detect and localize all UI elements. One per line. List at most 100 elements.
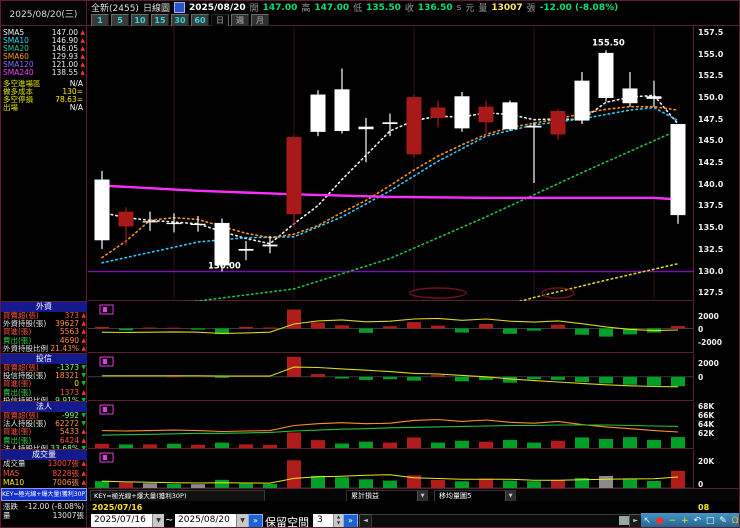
- main-price-chart[interactable]: 130.00 155.50: [88, 26, 694, 347]
- sidebar-panel-外資: 外資 買賣超(張) 373 ▲ 外資持股(張) 39627 ▲ 買進(張) 5563 ▲ 賣出(張)…: [1, 301, 87, 353]
- volume-label: 量: [478, 4, 488, 14]
- panel-bar: [455, 328, 469, 333]
- trend-up-icon: ▲: [80, 37, 85, 44]
- panel-bar: [527, 376, 541, 380]
- panel-bar: [383, 376, 397, 380]
- price-tick: 157.5: [698, 28, 724, 37]
- stepper-arrows-icon[interactable]: ▲ ▼: [333, 514, 343, 527]
- trust-axis: 2000 0: [695, 354, 739, 401]
- panel-bar: [503, 480, 517, 488]
- quote-row: 全新(2455) 日線圖 2025/08/20 開 147.00 高 147.0…: [91, 2, 618, 14]
- sidebar-panel-法人: 法人 買賣超(張) -992 ▼ 法人持股(張) 62272 ▼ 買進(張) 5433 ▲ 賣出(張…: [1, 401, 87, 453]
- panel-bar: [455, 376, 469, 382]
- panel-tick: 2000: [698, 359, 719, 368]
- panel-marker-icon: [103, 359, 107, 364]
- alert-bell-icon[interactable]: Ω: [732, 514, 739, 527]
- sma-row: SMA240 138.55 ▲: [1, 69, 86, 77]
- trust-panel-chart[interactable]: [88, 354, 694, 401]
- panel-bar: [623, 479, 637, 488]
- price-axis: 157.5 155.0 152.5 150.0 147.5 145.0 142.5 140.0…: [695, 26, 739, 301]
- trend-up-icon: ▲: [81, 344, 86, 352]
- candle-body: [622, 88, 638, 104]
- chevron-down-icon[interactable]: ▼: [152, 514, 164, 527]
- panel-bar: [119, 444, 133, 448]
- signal-label: 出場: [3, 103, 18, 112]
- trend-down-icon: ▼: [81, 380, 86, 388]
- panel-overlay-line: [101, 317, 679, 335]
- panel-bar: [359, 328, 373, 333]
- date-from-value: 2025/07/16: [94, 515, 146, 525]
- horizontal-scrollbar[interactable]: [371, 514, 631, 527]
- candle-body: [142, 221, 158, 223]
- trend-up-icon: ▲: [80, 69, 85, 76]
- panel-bar: [359, 376, 373, 380]
- xaxis-right-label: 08: [698, 503, 710, 512]
- chevron-down-icon[interactable]: ▼: [236, 514, 248, 527]
- select-region-icon[interactable]: □: [706, 514, 715, 527]
- panel-tick: 20K: [698, 457, 715, 466]
- draw-icon[interactable]: ✎: [719, 514, 727, 527]
- panel-bar: [119, 328, 133, 331]
- volume-svg: [88, 452, 694, 489]
- panel-bar: [503, 328, 517, 334]
- trend-down-icon: ▼: [81, 420, 86, 428]
- change-summary: 漲跌 -12.00 (-8.08%) 量 13007張: [1, 502, 87, 527]
- volume-axis: 20K 0: [695, 450, 739, 489]
- trend-up-icon: ▲: [81, 328, 86, 336]
- panel-bar: [311, 475, 325, 488]
- open-label: 開: [249, 4, 259, 14]
- record-icon[interactable]: ●: [656, 514, 664, 527]
- foreign-axis: 2000 0 -2000: [695, 302, 739, 353]
- keep-space-stepper[interactable]: 3 ▲ ▼: [313, 514, 343, 527]
- panel-bar: [575, 328, 589, 335]
- panel-row: 外資持股比例 21.43% ▲: [1, 344, 87, 353]
- panel-bar: [167, 376, 181, 378]
- panel-bar: [167, 327, 181, 329]
- panel-tick: 66K: [698, 411, 715, 420]
- panel-bar: [671, 376, 685, 387]
- foreign-panel-chart[interactable]: [88, 302, 694, 353]
- undo-icon[interactable]: ↶: [693, 514, 701, 527]
- trend-up-icon: ▲: [80, 45, 85, 52]
- indicator-sidebar: SMA5 147.00 ▲ SMA10 146.90 ▲ SMA20 146.05 ▲ SMA60…: [1, 26, 87, 488]
- trend-down-icon: ▼: [81, 364, 86, 371]
- panel-bar: [575, 376, 589, 382]
- candle-body: [334, 89, 350, 131]
- zoom-in-icon[interactable]: +: [681, 514, 689, 527]
- panel-row-label: MA10: [3, 478, 25, 487]
- keep-space-value: 3: [317, 515, 323, 525]
- panel-bar: [359, 479, 373, 488]
- candle-body: [262, 244, 278, 247]
- panel-bar: [191, 328, 205, 330]
- cursor-icon[interactable]: ↖: [643, 514, 651, 527]
- panel-tick: 0: [698, 325, 704, 334]
- go-button[interactable]: »: [248, 514, 263, 527]
- candle-body: [238, 248, 254, 251]
- institution-panel-chart[interactable]: [88, 402, 694, 449]
- panel-bar: [551, 376, 565, 380]
- panel-bar: [95, 326, 109, 329]
- drawing-toolbar: ↖ ● − + ↶ □ ✎ Ω: [641, 513, 739, 527]
- key-strategy-bar[interactable]: KEY=極光線+爆大量(獲利30P): [1, 488, 87, 501]
- date-from-select[interactable]: 2025/07/16 ▼: [91, 514, 164, 527]
- panel-bar: [431, 479, 445, 488]
- panel-tick: 2000: [698, 312, 719, 321]
- panel-bar: [359, 441, 373, 448]
- panel-bar: [431, 375, 445, 377]
- price-tick: 135.0: [698, 223, 724, 232]
- panel-bar: [335, 477, 349, 488]
- panel-row-label: 成交量: [3, 459, 26, 468]
- go-button-2[interactable]: »: [343, 514, 358, 527]
- panel-bar: [215, 442, 229, 448]
- symbol-name: 全新(2455): [91, 4, 139, 14]
- scrollbar-thumb[interactable]: [619, 516, 629, 525]
- trend-up-icon: ▲: [81, 388, 86, 396]
- candle-body: [118, 211, 134, 227]
- panel-row-value: 8228張: [52, 468, 79, 478]
- date-to-select[interactable]: 2025/08/20 ▼: [175, 514, 248, 527]
- zoom-out-icon[interactable]: −: [669, 514, 677, 527]
- volume-panel-chart[interactable]: [88, 450, 694, 489]
- trend-up-icon: ▲: [81, 469, 86, 477]
- xaxis-label-row: 2025/07/16 08: [88, 501, 739, 513]
- high-label: 高: [301, 4, 311, 14]
